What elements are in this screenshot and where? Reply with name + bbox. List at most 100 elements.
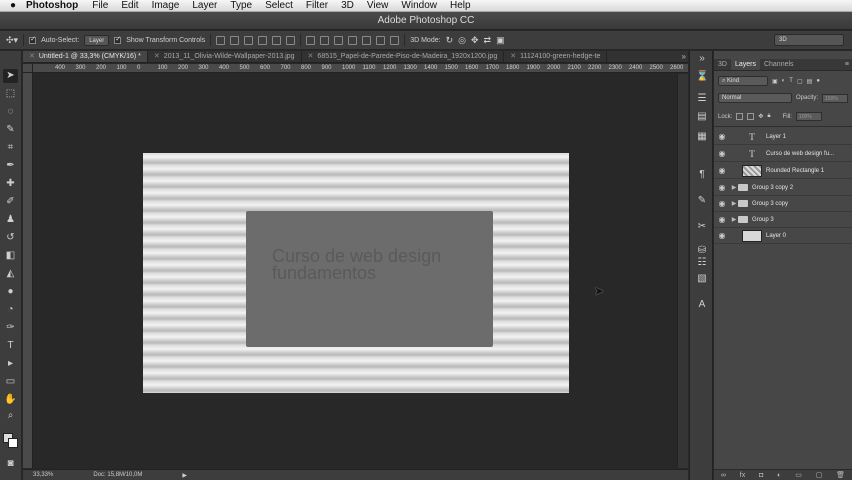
brush-panel-icon[interactable]: ✎	[696, 195, 708, 207]
layer-row-group-3-copy[interactable]: ◉ ▶ Group 3 copy	[714, 196, 852, 212]
lock-position-icon[interactable]: ✥	[758, 113, 763, 120]
expand-group-icon[interactable]: ▶	[730, 200, 738, 207]
status-menu-arrow-icon[interactable]: ▶	[182, 472, 187, 479]
tab-layers[interactable]: Layers	[730, 59, 760, 70]
clone-source-panel-icon[interactable]: ✂	[696, 221, 708, 233]
align-top-icon[interactable]	[216, 35, 226, 45]
workspace-dropdown[interactable]: 3D	[774, 34, 844, 46]
visibility-eye-icon[interactable]: ◉	[714, 215, 730, 224]
auto-select-checkbox[interactable]	[29, 35, 37, 44]
distribute-right-icon[interactable]	[376, 35, 386, 45]
add-mask-icon[interactable]: ◘	[759, 472, 763, 479]
new-group-icon[interactable]: ▭	[795, 471, 802, 479]
align-hcenter-icon[interactable]	[272, 35, 282, 45]
align-bottom-icon[interactable]	[244, 35, 254, 45]
tab-3d[interactable]: 3D	[714, 59, 731, 70]
3d-rotate-icon[interactable]: ↻	[446, 35, 454, 46]
canvas-heading-text[interactable]: Curso de web design fundamentos	[272, 247, 492, 282]
styles-panel-icon[interactable]: ☷	[696, 257, 708, 269]
layer-row-layer-1[interactable]: ◉ T Layer 1	[714, 129, 852, 145]
3d-scale-icon[interactable]: ▣	[496, 35, 505, 46]
brush-tool-icon[interactable]: ✐	[3, 195, 18, 209]
menu-3d[interactable]: 3D	[341, 0, 354, 11]
filter-pixel-icon[interactable]: ▣	[772, 78, 778, 85]
3d-pan-icon[interactable]: ✥	[471, 35, 479, 46]
filter-shape-icon[interactable]: ▢	[797, 78, 803, 85]
history-panel-icon[interactable]: ⌛	[696, 71, 708, 83]
lock-image-icon[interactable]	[747, 113, 755, 120]
eraser-tool-icon[interactable]: ◧	[3, 249, 18, 263]
shape-tool-icon[interactable]: ▭	[3, 375, 18, 389]
quick-mask-icon[interactable]: ◙	[3, 457, 18, 471]
marquee-tool-icon[interactable]: ⬚	[3, 87, 18, 101]
blend-mode-dropdown[interactable]: Normal	[718, 93, 792, 103]
align-vcenter-icon[interactable]	[230, 35, 240, 45]
visibility-eye-icon[interactable]: ◉	[714, 166, 730, 175]
tab-olivia-wilde-wallpaper[interactable]: ✕ 2013_11_Olivia-Wilde-Wallpaper-2013.jp…	[148, 51, 302, 62]
fill-input[interactable]: 100%	[795, 112, 822, 121]
pen-tool-icon[interactable]: ✑	[3, 321, 18, 335]
blur-tool-icon[interactable]: ●	[3, 285, 18, 299]
quick-select-tool-icon[interactable]: ✎	[3, 123, 18, 137]
horizontal-ruler[interactable]: 400 300 200 100 0 100 200 300 400 500 600 700 800 900…	[33, 64, 688, 73]
auto-select-dropdown[interactable]: Layer	[84, 34, 110, 46]
distribute-vcenter-icon[interactable]	[320, 35, 330, 45]
filter-type-icon[interactable]: T	[789, 78, 793, 84]
3d-slide-icon[interactable]: ⇄	[484, 35, 492, 46]
ruler-origin[interactable]	[23, 64, 33, 73]
healing-brush-tool-icon[interactable]: ✚	[3, 177, 18, 191]
layer-row-layer-0[interactable]: ◉ Layer 0	[714, 228, 852, 244]
visibility-eye-icon[interactable]: ◉	[714, 199, 730, 208]
close-tab-icon[interactable]: ✕	[510, 51, 516, 62]
expand-group-icon[interactable]: ▶	[730, 216, 738, 223]
lasso-tool-icon[interactable]: ◌	[3, 105, 18, 119]
hand-tool-icon[interactable]: ✋	[3, 393, 18, 407]
panel-menu-icon[interactable]: ≡	[845, 59, 849, 71]
layer-row-rounded-rectangle[interactable]: ◉ Rounded Rectangle 1	[714, 163, 852, 179]
history-brush-tool-icon[interactable]: ↺	[3, 231, 18, 245]
clone-stamp-tool-icon[interactable]: ♟	[3, 213, 18, 227]
link-layers-icon[interactable]: ∞	[721, 472, 726, 479]
collapse-panels-icon[interactable]: »	[696, 53, 708, 65]
menu-help[interactable]: Help	[450, 0, 471, 11]
menu-layer[interactable]: Layer	[192, 0, 217, 11]
tab-overflow-icon[interactable]: »	[682, 51, 686, 63]
distribute-left-icon[interactable]	[348, 35, 358, 45]
tab-papel-de-parede[interactable]: ✕ 68515_Papel-de-Parede-Piso-de-Madeira_…	[302, 51, 505, 62]
eyedropper-tool-icon[interactable]: ✒	[3, 159, 18, 173]
app-menu[interactable]: Photoshop	[26, 0, 78, 11]
menu-window[interactable]: Window	[401, 0, 437, 11]
close-tab-icon[interactable]: ✕	[154, 51, 160, 62]
visibility-eye-icon[interactable]: ◉	[714, 132, 730, 141]
transform-controls-checkbox[interactable]	[114, 35, 122, 44]
tab-channels[interactable]: Channels	[760, 59, 798, 70]
delete-layer-icon[interactable]: 🗑︎	[836, 471, 845, 479]
layer-row-group-3-copy-2[interactable]: ◉ ▶ Group 3 copy 2	[714, 180, 852, 196]
dodge-tool-icon[interactable]: ◔	[3, 303, 18, 317]
auto-align-icon[interactable]	[390, 35, 400, 45]
menu-file[interactable]: File	[92, 0, 108, 11]
menu-type[interactable]: Type	[230, 0, 252, 11]
align-right-icon[interactable]	[286, 35, 296, 45]
close-tab-icon[interactable]: ✕	[29, 51, 35, 62]
gradient-tool-icon[interactable]: ◭	[3, 267, 18, 281]
tab-untitled-1[interactable]: ✕ Untitled-1 @ 33,3% (CMYK/16) *	[23, 51, 148, 62]
zoom-tool-icon[interactable]: ⌕	[3, 409, 18, 423]
crop-tool-icon[interactable]: ⌗	[3, 141, 18, 155]
filter-toggle-icon[interactable]: ●	[816, 78, 820, 84]
move-tool-preset-icon[interactable]: ✣▾	[6, 35, 18, 46]
close-tab-icon[interactable]: ✕	[308, 51, 314, 62]
lock-transparent-icon[interactable]	[736, 113, 744, 120]
kind-filter-dropdown[interactable]: ⌕ Kind	[718, 76, 768, 86]
menu-select[interactable]: Select	[265, 0, 293, 11]
visibility-eye-icon[interactable]: ◉	[714, 231, 730, 240]
color-swatches-icon[interactable]	[3, 433, 18, 448]
vertical-scrollbar[interactable]	[677, 74, 688, 468]
move-tool-icon[interactable]: ➤	[3, 69, 18, 83]
new-adjustment-icon[interactable]: ◐	[777, 472, 781, 479]
character-panel-icon[interactable]: A	[696, 299, 708, 311]
menu-edit[interactable]: Edit	[121, 0, 138, 11]
notes-panel-icon[interactable]: ▧	[696, 273, 708, 285]
adjustments-panel-icon[interactable]: ☰	[696, 93, 708, 105]
filter-smart-icon[interactable]: ▤	[807, 78, 813, 85]
